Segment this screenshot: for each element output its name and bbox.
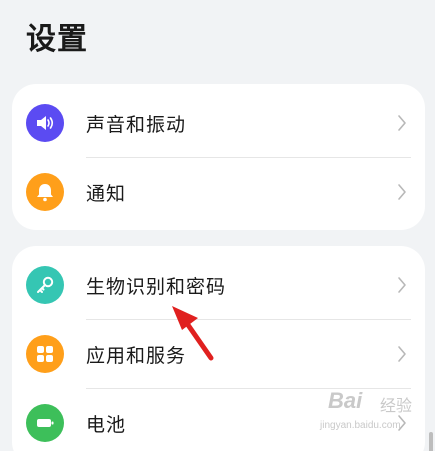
settings-item-biometrics-password[interactable]: 生物识别和密码 bbox=[12, 251, 425, 319]
volume-icon bbox=[26, 104, 64, 142]
settings-screen: 设置 声音和振动 通知 生物识别和密码 应用和服务 电池 Bai 经验 jing… bbox=[0, 0, 435, 451]
watermark-brand-suffix: 经验 bbox=[380, 396, 413, 415]
page-title: 设置 bbox=[26, 22, 88, 57]
settings-item-notifications[interactable]: 通知 bbox=[12, 158, 425, 226]
baidu-jingyan-watermark: Bai 经验 jingyan.baidu.com bbox=[318, 388, 428, 438]
settings-item-apps-services[interactable]: 应用和服务 bbox=[12, 320, 425, 388]
apps-grid-icon bbox=[26, 335, 64, 373]
chevron-right-icon bbox=[398, 184, 406, 200]
settings-item-sound-vibration[interactable]: 声音和振动 bbox=[12, 89, 425, 157]
key-icon bbox=[26, 266, 64, 304]
battery-icon bbox=[26, 404, 64, 442]
chevron-right-icon bbox=[398, 277, 406, 293]
watermark-url: jingyan.baidu.com bbox=[320, 420, 401, 431]
chevron-right-icon bbox=[398, 115, 406, 131]
watermark-brand: Bai bbox=[328, 388, 363, 413]
settings-group-1: 声音和振动 通知 bbox=[12, 84, 425, 230]
settings-item-label: 生物识别和密码 bbox=[86, 275, 227, 298]
bell-icon bbox=[26, 173, 64, 211]
settings-item-label: 应用和服务 bbox=[86, 344, 187, 367]
settings-item-label: 电池 bbox=[86, 413, 127, 436]
settings-item-label: 通知 bbox=[86, 182, 127, 205]
scrollbar[interactable] bbox=[429, 432, 433, 451]
chevron-right-icon bbox=[398, 346, 406, 362]
settings-item-label: 声音和振动 bbox=[86, 113, 187, 136]
